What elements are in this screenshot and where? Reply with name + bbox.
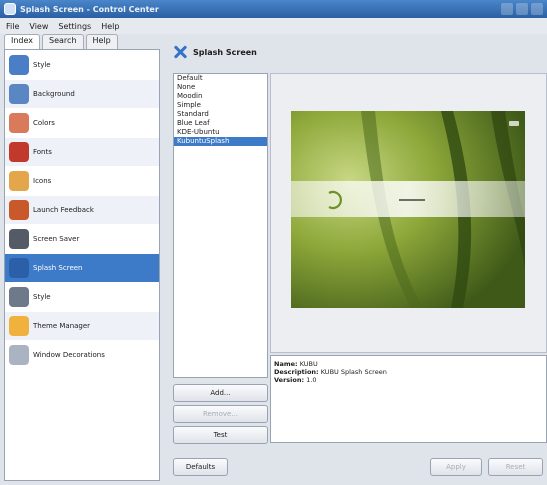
launch-feedback-icon	[9, 200, 29, 220]
theme-list-item[interactable]: Standard	[174, 110, 267, 119]
sidebar-item-label: Fonts	[33, 148, 52, 156]
splash-screen-icon	[9, 258, 29, 278]
menu-view[interactable]: View	[29, 22, 48, 31]
theme-manager-icon	[9, 316, 29, 336]
sidebar-item-label: Window Decorations	[33, 351, 105, 359]
apply-button[interactable]: Apply	[430, 458, 482, 476]
info-version-value: 1.0	[306, 376, 317, 384]
theme-list-item[interactable]: Moodin	[174, 92, 267, 101]
sidebar-item-label: Colors	[33, 119, 55, 127]
menu-file[interactable]: File	[6, 22, 19, 31]
sidebar-item-screen-saver[interactable]: Screen Saver	[5, 225, 159, 253]
info-name-value: KUBU	[299, 360, 318, 368]
splash-screen-icon	[172, 44, 188, 60]
menu-help[interactable]: Help	[101, 22, 119, 31]
sidebar-tabs: Index Search Help	[4, 34, 118, 49]
add-theme-button[interactable]: Add...	[173, 384, 268, 402]
theme-list-item[interactable]: KDE-Ubuntu	[174, 128, 267, 137]
colors-icon	[9, 113, 29, 133]
style-icon	[9, 55, 29, 75]
sidebar-item-label: Splash Screen	[33, 264, 83, 272]
info-version-label: Version:	[274, 376, 305, 384]
sidebar-item-colors[interactable]: Colors	[5, 109, 159, 137]
minimize-button[interactable]	[501, 3, 513, 15]
theme-list-item[interactable]: KubuntuSplash	[174, 137, 267, 146]
sidebar-item-label: Icons	[33, 177, 52, 185]
maximize-button[interactable]	[516, 3, 528, 15]
sidebar-item-background[interactable]: Background	[5, 80, 159, 108]
screen-saver-icon	[9, 229, 29, 249]
tab-search[interactable]: Search	[42, 34, 84, 49]
sidebar-item-icons[interactable]: Icons	[5, 167, 159, 195]
theme-info-panel: Name: KUBU Description: KUBU Splash Scre…	[270, 355, 547, 443]
theme-list-item[interactable]: Simple	[174, 101, 267, 110]
remove-theme-button[interactable]: Remove...	[173, 405, 268, 423]
close-button[interactable]	[531, 3, 543, 15]
sidebar-item-label: Launch Feedback	[33, 206, 94, 214]
info-description-label: Description:	[274, 368, 319, 376]
sidebar-item-launch-feedback[interactable]: Launch Feedback	[5, 196, 159, 224]
module-title: Splash Screen	[193, 47, 257, 57]
defaults-button[interactable]: Defaults	[173, 458, 228, 476]
title-bar: Splash Screen - Control Center	[0, 0, 547, 18]
window-decorations-icon	[9, 345, 29, 365]
sidebar-item-splash-screen[interactable]: Splash Screen	[5, 254, 159, 282]
fonts-icon	[9, 142, 29, 162]
menu-bar: File View Settings Help	[0, 18, 547, 34]
menu-settings[interactable]: Settings	[58, 22, 91, 31]
sidebar-item-label: Background	[33, 90, 75, 98]
sidebar-item-style[interactable]: Style	[5, 51, 159, 79]
info-description-value: KUBU Splash Screen	[320, 368, 387, 376]
window-title: Splash Screen - Control Center	[20, 4, 159, 14]
sidebar-item-label: Style	[33, 293, 51, 301]
sidebar-item-label: Style	[33, 61, 51, 69]
tab-help[interactable]: Help	[85, 34, 118, 49]
sidebar-item-style[interactable]: Style	[5, 283, 159, 311]
module-header: Splash Screen	[172, 44, 257, 60]
theme-list: Default None Moodin Simple Standard Blue Leaf…	[173, 73, 268, 378]
sidebar-item-label: Screen Saver	[33, 235, 80, 243]
theme-list-item[interactable]: Default	[174, 74, 267, 83]
background-icon	[9, 84, 29, 104]
style-icon-2	[9, 287, 29, 307]
sidebar-item-theme-manager[interactable]: Theme Manager	[5, 312, 159, 340]
test-theme-button[interactable]: Test	[173, 426, 268, 444]
sidebar-item-label: Theme Manager	[33, 322, 91, 330]
info-name-label: Name:	[274, 360, 298, 368]
sidebar-item-fonts[interactable]: Fonts	[5, 138, 159, 166]
splash-preview-image	[291, 111, 525, 308]
theme-list-item[interactable]: Blue Leaf	[174, 119, 267, 128]
icons-icon	[9, 171, 29, 191]
reset-button[interactable]: Reset	[488, 458, 543, 476]
app-icon	[4, 3, 16, 15]
tab-index[interactable]: Index	[4, 34, 41, 49]
sidebar: Style Background Colors Fonts Icons Launch Fe…	[4, 49, 160, 481]
theme-list-item[interactable]: None	[174, 83, 267, 92]
sidebar-item-window-decorations[interactable]: Window Decorations	[5, 341, 159, 369]
